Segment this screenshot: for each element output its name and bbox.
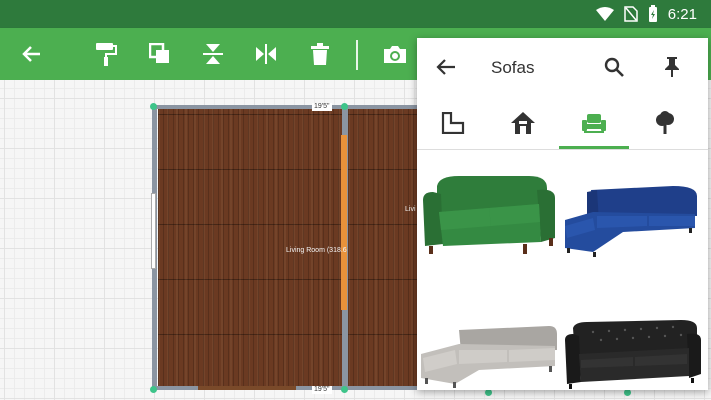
panel-header: Sofas — [417, 38, 708, 96]
top-dimension-label: 19'5" — [312, 103, 332, 111]
status-bar: 6:21 — [0, 0, 711, 28]
search-icon — [604, 57, 624, 77]
gray-sectional-sofa-item[interactable] — [419, 282, 559, 397]
flip-vertical-button[interactable] — [193, 28, 233, 80]
black-leather-sofa-image — [565, 320, 701, 389]
toolbar-divider — [356, 40, 358, 70]
wall-node[interactable] — [341, 103, 348, 110]
black-leather-sofa-item[interactable] — [563, 282, 703, 397]
wall-node[interactable] — [150, 386, 157, 393]
green-sofa-image — [423, 176, 555, 254]
copy-icon — [149, 43, 169, 63]
arrow-left-icon — [436, 59, 455, 75]
panel-back-button[interactable] — [431, 52, 461, 82]
selected-wall[interactable] — [341, 135, 347, 310]
flip-vertical-icon — [203, 44, 223, 64]
camera-icon — [384, 46, 406, 63]
flip-horizontal-button[interactable] — [246, 28, 286, 80]
wall-node[interactable] — [150, 103, 157, 110]
panel-divider — [417, 149, 708, 150]
trash-icon — [311, 43, 329, 65]
gray-sectional-sofa-image — [421, 326, 557, 388]
tab-sofa[interactable] — [558, 96, 630, 150]
tree-icon — [656, 111, 674, 134]
adjacent-room-floor[interactable] — [348, 108, 418, 390]
blue-sectional-sofa-image — [565, 186, 697, 257]
door[interactable] — [151, 193, 156, 269]
pin-icon — [665, 57, 679, 77]
copy-button[interactable] — [140, 28, 180, 80]
flip-horizontal-icon — [256, 44, 276, 64]
wifi-icon — [595, 7, 614, 21]
no-sim-icon — [624, 6, 638, 22]
green-sofa-item[interactable] — [419, 166, 559, 281]
pin-button[interactable] — [657, 52, 687, 82]
panel-title: Sofas — [491, 58, 535, 77]
paint-button[interactable] — [86, 28, 126, 80]
wall-node[interactable] — [341, 386, 348, 393]
delete-button[interactable] — [300, 28, 340, 80]
category-tabs — [417, 96, 708, 150]
camera-button[interactable] — [375, 28, 415, 80]
status-icons: 6:21 — [595, 0, 697, 28]
floor-plan-icon — [441, 112, 465, 134]
tab-house[interactable] — [487, 96, 559, 150]
furniture-panel: Sofas — [417, 38, 708, 390]
opening — [198, 386, 296, 390]
blue-sectional-sofa-item[interactable] — [563, 166, 703, 281]
search-button[interactable] — [599, 52, 629, 82]
house-icon — [511, 112, 535, 134]
tab-floor-plan[interactable] — [417, 96, 489, 150]
sofa-icon — [582, 114, 606, 133]
room-label: Livi — [405, 206, 416, 213]
tab-tree[interactable] — [629, 96, 701, 150]
clock: 6:21 — [667, 5, 697, 23]
room-label: Living Room (318.6 — [286, 247, 347, 254]
arrow-left-icon — [22, 46, 40, 62]
battery-charging-icon — [648, 5, 657, 22]
bottom-dimension-label: 19'5" — [312, 386, 332, 394]
top-wall[interactable] — [152, 105, 418, 109]
back-button[interactable] — [12, 28, 52, 80]
paint-roller-icon — [96, 43, 117, 66]
